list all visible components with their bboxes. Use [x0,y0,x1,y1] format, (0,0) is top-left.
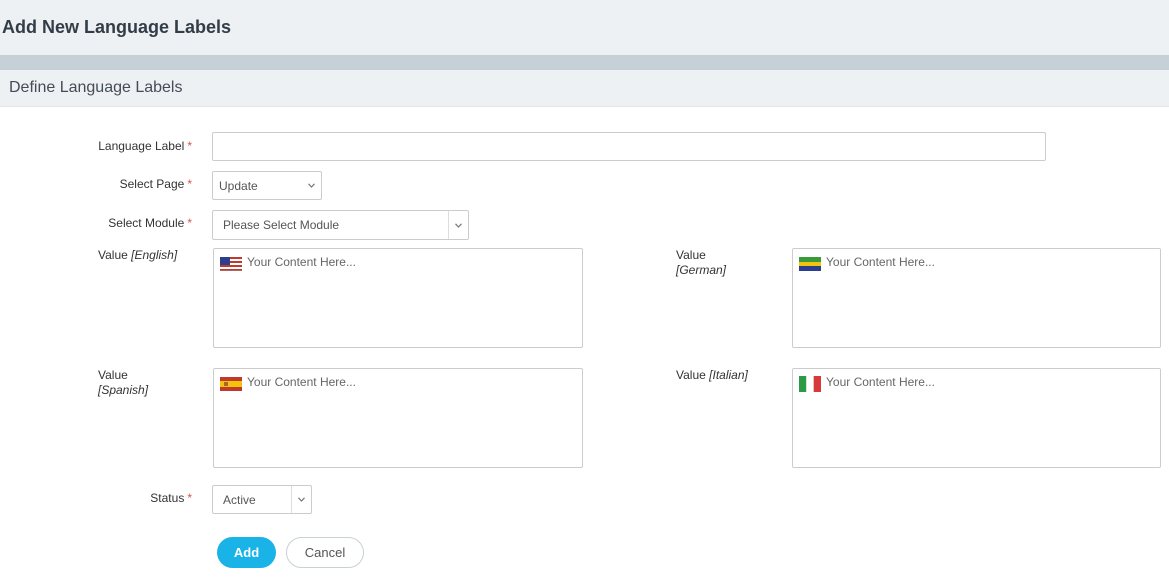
required-marker: * [187,139,192,153]
required-marker: * [187,177,192,191]
status-label: Status * [150,491,192,505]
chevron-down-icon [301,172,321,199]
select-module-label: Select Module * [108,216,192,230]
select-page-label: Select Page * [119,177,192,191]
value-german-label: Value [German] [676,248,727,277]
value-italian-label: Value [Italian] [676,368,748,382]
chevron-down-icon [291,486,311,513]
page-title: Add New Language Labels [2,17,232,37]
section-header: Define Language Labels [0,70,1169,107]
section-title: Define Language Labels [9,79,183,96]
cancel-button[interactable]: Cancel [286,537,364,568]
value-spanish-placeholder: Your Content Here... [247,375,356,389]
value-english-placeholder: Your Content Here... [247,255,356,269]
chevron-down-icon [448,211,468,239]
german-flag-icon [799,257,821,271]
value-italian-placeholder: Your Content Here... [826,375,935,389]
header-divider [0,55,1169,70]
select-module-dropdown[interactable]: Please Select Module [212,210,469,240]
status-value: Active [223,492,256,507]
value-german-editor[interactable]: Your Content Here... [792,248,1161,348]
value-italian-editor[interactable]: Your Content Here... [792,368,1161,468]
us-flag-icon [220,257,242,271]
required-marker: * [187,216,192,230]
add-button[interactable]: Add [217,537,276,568]
value-spanish-label: Value [Spanish] [98,368,149,397]
language-label-label: Language Label * [98,139,192,153]
value-english-label: Value [English] [98,248,178,262]
italian-flag-icon [799,376,821,392]
spanish-flag-icon [220,377,242,391]
select-page-dropdown[interactable]: Update [212,171,322,200]
value-spanish-editor[interactable]: Your Content Here... [213,368,583,468]
language-label-input[interactable] [212,132,1046,161]
value-english-editor[interactable]: Your Content Here... [213,248,583,348]
value-german-placeholder: Your Content Here... [826,255,935,269]
status-dropdown[interactable]: Active [212,485,312,514]
page-header: Add New Language Labels [0,0,1169,55]
select-page-value: Update [219,178,258,193]
select-module-value: Please Select Module [223,218,340,232]
required-marker: * [187,491,192,505]
